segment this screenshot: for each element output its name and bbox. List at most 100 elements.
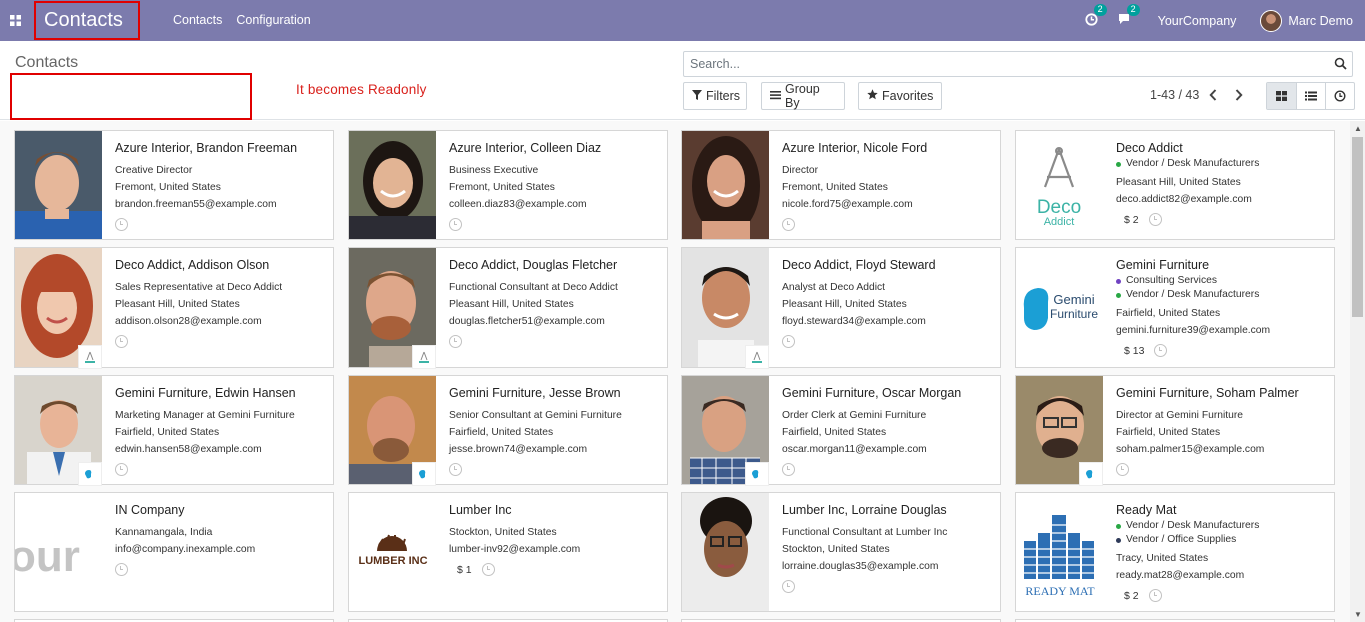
amount-value: $ 2 [1124, 213, 1139, 226]
contact-name: Deco Addict, Douglas Fletcher [449, 258, 618, 272]
groupby-label: Group By [785, 82, 820, 110]
company-logo: Gemini Furniture [1016, 248, 1103, 367]
filters-label: Filters [706, 89, 741, 103]
contact-card[interactable]: Gemini Furniture, Edwin Hansen Marketing… [14, 375, 334, 486]
contact-email: lorraine.douglas35@example.com [782, 561, 939, 572]
activity-clock-icon[interactable] [1116, 463, 1129, 476]
category-tag: Vendor / Office Supplies [1116, 533, 1328, 547]
menu-contacts[interactable]: Contacts [173, 13, 222, 27]
contact-card[interactable]: Gemini Furniture, Soham Palmer Director … [1015, 375, 1335, 486]
activity-button[interactable]: 2 [1085, 3, 1107, 29]
contact-card[interactable]: Deco Addict Deco Addict Vendor / Desk Ma… [1015, 130, 1335, 240]
activity-clock-icon[interactable] [115, 563, 128, 576]
contact-card[interactable]: Azure Interior, Nicole Ford Director Fre… [681, 130, 1001, 240]
pager-previous-icon[interactable] [1209, 88, 1217, 104]
contact-card[interactable]: Gemini Furniture, Jesse Brown Senior Con… [348, 375, 668, 486]
contact-email: floyd.steward34@example.com [782, 316, 926, 327]
contact-location: Kannamangala, India [115, 527, 213, 538]
control-panel: Contacts It becomes Readonly Filters Gro… [0, 41, 1365, 120]
activity-clock-icon[interactable] [115, 218, 128, 231]
pager-next-icon[interactable] [1235, 88, 1243, 104]
contact-card[interactable]: READY MAT Ready Mat Vendor / Desk Manufa… [1015, 492, 1335, 612]
contact-card[interactable]: Gemini Furniture Gemini Furniture Consul… [1015, 247, 1335, 368]
activity-clock-icon[interactable] [1148, 213, 1162, 226]
contact-location: Pleasant Hill, United States [782, 299, 907, 310]
company-mini-logo [412, 345, 436, 369]
contact-job: Sales Representative at Deco Addict [115, 282, 283, 293]
contact-card[interactable]: Deco Addict, Floyd Steward Analyst at De… [681, 247, 1001, 369]
main-menu: Contacts Configuration [173, 13, 311, 27]
apps-menu-icon[interactable] [0, 0, 30, 41]
vertical-scrollbar[interactable]: ▲ ▼ [1350, 121, 1365, 622]
contact-location: Fairfield, United States [782, 427, 887, 438]
contact-email: colleen.diaz83@example.com [449, 199, 587, 210]
activity-clock-icon[interactable] [449, 335, 462, 348]
contact-name: Gemini Furniture, Soham Palmer [1116, 386, 1299, 400]
search-input[interactable] [690, 57, 1352, 71]
contact-photo [682, 493, 769, 611]
contact-card[interactable]: LUMBER INC Lumber Inc Stockton, United S… [348, 492, 668, 612]
contact-card[interactable]: our IN Company Kannamangala, India info@… [14, 492, 334, 612]
contact-name: Azure Interior, Colleen Diaz [449, 141, 602, 155]
contact-name: IN Company [115, 503, 185, 517]
user-name: Marc Demo [1288, 13, 1353, 28]
contact-card[interactable]: Azure Interior, Colleen Diaz Business Ex… [348, 130, 668, 240]
filters-button[interactable]: Filters [683, 82, 747, 110]
contact-location: Fairfield, United States [1116, 308, 1221, 319]
user-menu[interactable]: Marc Demo [1260, 9, 1353, 32]
scrollbar-thumb[interactable] [1352, 137, 1363, 317]
contact-job: Business Executive [449, 165, 539, 176]
contact-job: Director [782, 165, 819, 176]
logo-text-top: Deco [1037, 197, 1081, 218]
scroll-down-icon[interactable]: ▼ [1354, 610, 1362, 619]
activity-clock-icon[interactable] [115, 463, 128, 476]
contact-name: Gemini Furniture, Edwin Hansen [115, 386, 296, 400]
contact-email: edwin.hansen58@example.com [115, 444, 262, 455]
activity-clock-icon[interactable] [449, 463, 462, 476]
contact-location: Fremont, United States [449, 182, 555, 193]
contact-location: Fremont, United States [782, 182, 888, 193]
category-tag: Consulting Services [1116, 274, 1328, 288]
contact-location: Fairfield, United States [449, 427, 554, 438]
view-switcher [1266, 82, 1355, 110]
activity-clock-icon[interactable] [782, 463, 795, 476]
contact-card[interactable]: Deco Addict, Douglas Fletcher Functional… [348, 247, 668, 369]
messages-button[interactable]: 2 [1118, 3, 1140, 29]
annotation-note: It becomes Readonly [296, 82, 427, 97]
groupby-button[interactable]: Group By [761, 82, 845, 110]
app-brand[interactable]: Contacts [34, 1, 140, 40]
activity-clock-icon[interactable] [449, 218, 462, 231]
contact-job: Marketing Manager at Gemini Furniture [115, 410, 295, 421]
activity-clock-icon[interactable] [782, 335, 795, 348]
contact-card[interactable]: Lumber Inc, Lorraine Douglas Functional … [681, 492, 1001, 612]
favorites-label: Favorites [882, 89, 934, 103]
contact-name: Azure Interior, Brandon Freeman [115, 141, 298, 155]
contact-card[interactable]: Deco Addict, Addison Olson Sales Represe… [14, 247, 334, 369]
user-avatar [1260, 9, 1283, 32]
contact-job: Analyst at Deco Addict [782, 282, 886, 293]
kanban-view-icon[interactable] [1267, 83, 1296, 109]
contact-job: Functional Consultant at Lumber Inc [782, 527, 948, 538]
favorites-button[interactable]: Favorites [858, 82, 942, 110]
contact-name: Gemini Furniture, Jesse Brown [449, 386, 621, 400]
menu-configuration[interactable]: Configuration [236, 13, 310, 27]
contact-card[interactable]: Gemini Furniture, Oscar Morgan Order Cle… [681, 375, 1001, 486]
company-mini-logo [745, 345, 769, 369]
search-icon[interactable] [1334, 57, 1347, 73]
activity-clock-icon[interactable] [782, 218, 795, 231]
activity-clock-icon[interactable] [1154, 344, 1168, 357]
contact-email: addison.olson28@example.com [115, 316, 262, 327]
contact-card[interactable]: Azure Interior, Brandon Freeman Creative… [14, 130, 334, 240]
scroll-up-icon[interactable]: ▲ [1354, 124, 1362, 133]
list-view-icon[interactable] [1296, 83, 1325, 109]
activity-clock-icon[interactable] [782, 580, 795, 593]
company-switcher[interactable]: YourCompany [1158, 14, 1237, 28]
activity-clock-icon[interactable] [1148, 589, 1162, 602]
contact-email: jesse.brown74@example.com [449, 444, 588, 455]
activity-view-icon[interactable] [1325, 83, 1354, 109]
contact-photo [349, 131, 436, 239]
activity-clock-icon[interactable] [115, 335, 128, 348]
pager-value[interactable]: 1-43 / 43 [1150, 88, 1199, 102]
activity-clock-icon[interactable] [481, 563, 495, 576]
contact-location: Pleasant Hill, United States [115, 299, 240, 310]
